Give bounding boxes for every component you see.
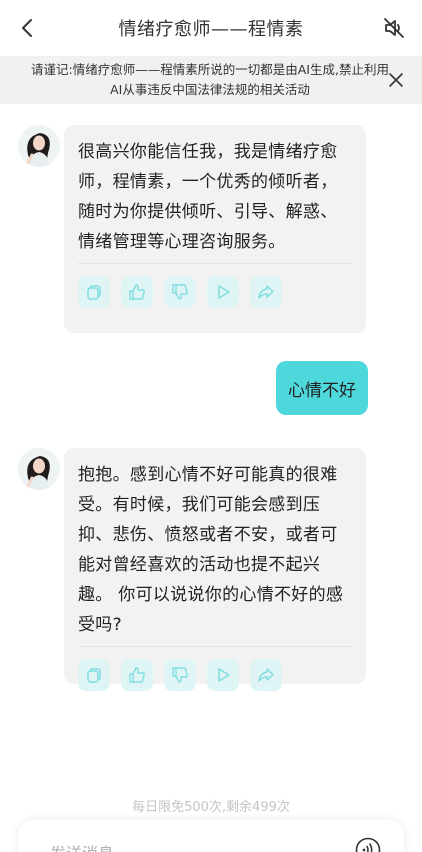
chevron-left-icon <box>22 19 32 37</box>
voice-input-icon <box>355 837 381 852</box>
like-button[interactable] <box>121 276 153 308</box>
ai-disclaimer-banner: 请谨记:情绪疗愈师——程情素所说的一切都是由AI生成,禁止利用AI从事违反中国法… <box>0 56 422 104</box>
message-text: 很高兴你能信任我，我是情绪疗愈师，程情素，一个优秀的倾听者，随时为你提供倾听、引… <box>78 142 338 252</box>
divider <box>78 646 352 647</box>
dislike-button[interactable] <box>164 276 196 308</box>
assistant-message: 抱抱。感到心情不好可能真的很难受。有时候，我们可能会感到压抑、悲伤、愤怒或者不安… <box>64 448 366 691</box>
close-disclaimer-button[interactable] <box>384 68 408 92</box>
speaker-muted-icon <box>384 18 404 38</box>
share-icon <box>258 285 274 299</box>
assistant-message: 很高兴你能信任我，我是情绪疗愈师，程情素，一个优秀的倾听者，随时为你提供倾听、引… <box>64 125 366 333</box>
user-message: 心情不好 <box>276 361 368 415</box>
share-button[interactable] <box>250 276 282 308</box>
avatar-portrait-icon <box>18 448 60 490</box>
play-icon <box>218 668 230 682</box>
copy-button[interactable] <box>78 659 110 691</box>
message-text: 抱抱。感到心情不好可能真的很难受。有时候，我们可能会感到压抑、悲伤、愤怒或者不安… <box>78 465 344 635</box>
share-icon <box>258 668 274 682</box>
page-title: 情绪疗愈师——程情素 <box>118 19 304 40</box>
play-icon <box>218 285 230 299</box>
back-button[interactable] <box>14 14 42 42</box>
divider <box>78 263 352 264</box>
copy-button[interactable] <box>78 276 110 308</box>
thumbs-down-icon <box>172 667 188 683</box>
dislike-button[interactable] <box>164 659 196 691</box>
close-icon <box>389 73 403 87</box>
share-button[interactable] <box>250 659 282 691</box>
daily-quota-text: 每日限免500次,剩余499次 <box>132 800 290 815</box>
message-input[interactable] <box>50 840 330 852</box>
play-audio-button[interactable] <box>207 276 239 308</box>
copy-icon <box>87 285 101 300</box>
copy-icon <box>87 668 101 683</box>
assistant-avatar <box>18 125 60 167</box>
like-button[interactable] <box>121 659 153 691</box>
avatar-portrait-icon <box>18 125 60 167</box>
message-input-bar <box>18 820 404 852</box>
message-actions <box>78 659 352 691</box>
assistant-avatar <box>18 448 60 490</box>
play-audio-button[interactable] <box>207 659 239 691</box>
top-bar: 情绪疗愈师——程情素 <box>0 0 422 56</box>
thumbs-up-icon <box>129 667 145 683</box>
voice-input-button[interactable] <box>354 836 382 852</box>
message-actions <box>78 276 352 308</box>
disclaimer-text: 请谨记:情绪疗愈师——程情素所说的一切都是由AI生成,禁止利用AI从事违反中国法… <box>31 62 389 97</box>
mute-button[interactable] <box>380 14 408 42</box>
thumbs-down-icon <box>172 284 188 300</box>
thumbs-up-icon <box>129 284 145 300</box>
chat-screen: 情绪疗愈师——程情素 请谨记:情绪疗愈师——程情素所说的一切都是由AI生成,禁止… <box>0 0 422 852</box>
